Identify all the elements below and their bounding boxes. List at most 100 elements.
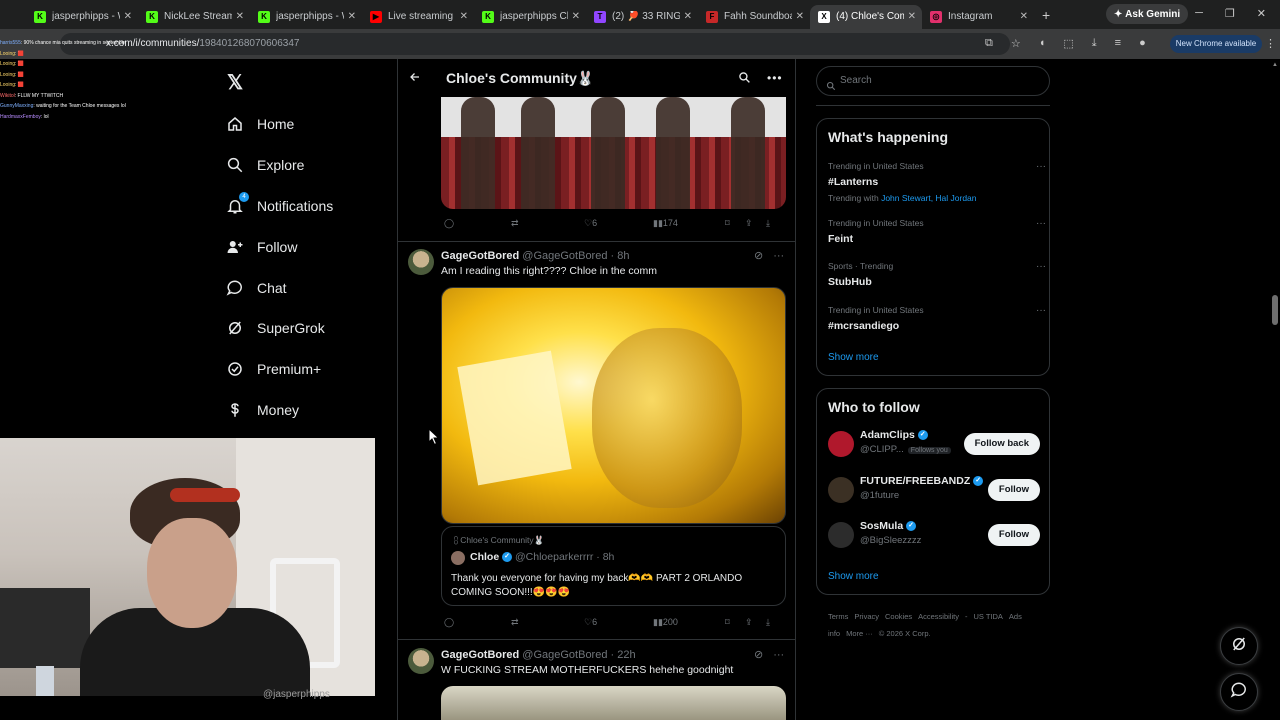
nav-item-chat[interactable]: Chat xyxy=(226,267,333,308)
page-scrollbar[interactable]: ▲ xyxy=(1272,62,1278,720)
post-image[interactable] xyxy=(441,686,786,720)
trend-related-links[interactable]: John Stewart, Hal Jordan xyxy=(881,193,976,203)
browser-tab[interactable]: Kjasperphipps - Wa ✕ xyxy=(250,5,362,29)
chrome-menu-icon[interactable]: ⋮ xyxy=(1265,37,1276,50)
profile-icon[interactable]: ● xyxy=(1139,37,1146,50)
minimize-icon[interactable]: ─ xyxy=(1195,7,1203,20)
trend-item[interactable]: Sports · Trending StubHub ··· xyxy=(828,261,1046,288)
nav-item-money[interactable]: Money xyxy=(226,390,333,431)
messages-fab-button[interactable] xyxy=(1220,673,1258,711)
scrollbar-thumb[interactable] xyxy=(1272,295,1278,325)
nav-item-premium[interactable]: Premium+ xyxy=(226,349,333,390)
show-more-trends-link[interactable]: Show more xyxy=(828,352,879,363)
post-author[interactable]: GageGotBored @GageGotBored · 8h xyxy=(441,250,629,262)
back-arrow-icon[interactable] xyxy=(409,71,423,86)
reply-icon[interactable]: ◯ xyxy=(444,218,454,229)
grok-explain-icon[interactable]: ⊘ xyxy=(754,649,763,661)
footer-link[interactable]: Accessibility xyxy=(918,612,959,621)
grok-fab-button[interactable] xyxy=(1220,627,1258,665)
nav-item-supergrok[interactable]: SuperGrok xyxy=(226,308,333,349)
avatar[interactable] xyxy=(828,477,854,503)
post-author[interactable]: GageGotBored @GageGotBored · 22h xyxy=(441,649,636,661)
trend-more-icon[interactable]: ··· xyxy=(1036,218,1046,229)
footer-link[interactable]: More ··· xyxy=(846,629,873,638)
close-tab-icon[interactable]: ✕ xyxy=(236,11,244,22)
cast-icon[interactable]: ◖ xyxy=(1039,37,1046,50)
community-more-icon[interactable]: ••• xyxy=(767,71,783,85)
avatar[interactable] xyxy=(828,522,854,548)
show-more-follow-link[interactable]: Show more xyxy=(828,571,879,582)
post-more-icon[interactable]: ··· xyxy=(773,649,784,661)
bookmark-star-icon[interactable]: ☆ xyxy=(1011,37,1021,50)
grok-explain-icon[interactable]: ⊘ xyxy=(754,250,763,262)
avatar[interactable] xyxy=(408,249,434,275)
trend-more-icon[interactable]: ··· xyxy=(1036,305,1046,316)
footer-link[interactable]: Privacy xyxy=(854,612,879,621)
bookmark-icon[interactable]: ⌑ xyxy=(725,218,730,229)
browser-tab[interactable]: T (2) 🏓 33 RINGSID ✕ xyxy=(586,5,698,29)
browser-tab[interactable]: ◎ Instagram ✕ xyxy=(922,5,1034,29)
ask-gemini-button[interactable]: ✦ Ask Gemini xyxy=(1106,4,1189,24)
follow-back-button[interactable]: Follow back xyxy=(963,433,1040,455)
close-tab-icon[interactable]: ✕ xyxy=(348,11,356,22)
avatar[interactable] xyxy=(451,551,465,565)
x-logo-icon[interactable]: 𝕏 xyxy=(227,70,243,95)
download-icon[interactable]: ⤓ xyxy=(766,617,770,628)
nav-item-home[interactable]: Home xyxy=(226,104,333,145)
browser-tab[interactable]: F Fahh Soundboard ✕ xyxy=(698,5,810,29)
post-image-students[interactable] xyxy=(441,97,786,209)
browser-tab[interactable]: Kjasperphipps - Wa ✕ xyxy=(26,5,138,29)
close-tab-icon[interactable]: ✕ xyxy=(796,11,804,22)
trend-item[interactable]: Trending in United States Feint ··· xyxy=(828,218,1046,245)
browser-tab[interactable]: ▶ Live streaming - Yo ✕ xyxy=(362,5,474,29)
follow-button[interactable]: Follow xyxy=(987,524,1040,546)
follow-suggestion[interactable]: AdamClips ✓ @CLIPP... Follows you Follow … xyxy=(828,429,1040,463)
footer-link[interactable]: Terms xyxy=(828,612,848,621)
reply-icon[interactable]: ◯ xyxy=(444,617,454,628)
close-tab-icon[interactable]: ✕ xyxy=(908,11,916,22)
browser-tab[interactable]: K NickLee Stream - T ✕ xyxy=(138,5,250,29)
avatar[interactable] xyxy=(828,431,854,457)
close-tab-icon[interactable]: ✕ xyxy=(1020,11,1028,22)
new-tab-button[interactable]: + xyxy=(1042,7,1050,23)
repost-icon[interactable]: ⇄ xyxy=(511,617,519,628)
follow-button[interactable]: Follow xyxy=(987,479,1040,501)
reading-list-icon[interactable]: ≡ xyxy=(1115,37,1121,50)
trend-item[interactable]: Trending in United States #Lanterns Tren… xyxy=(828,161,1046,203)
nav-item-explore[interactable]: Explore xyxy=(226,145,333,186)
download-icon[interactable]: ⤓ xyxy=(766,218,770,229)
community-search-icon[interactable] xyxy=(738,71,751,89)
browser-tab[interactable]: X (4) Chloe's Comm ✕ xyxy=(810,4,922,29)
trend-item[interactable]: Trending in United States #mcrsandiego ·… xyxy=(828,305,1046,332)
footer-link[interactable]: US TIDA xyxy=(973,612,1002,621)
extensions-icon[interactable]: ⬚ xyxy=(1063,37,1073,50)
quoted-author[interactable]: Chloe ✓ @Chloeparkerrrr · 8h xyxy=(470,551,614,563)
close-tab-icon[interactable]: ✕ xyxy=(684,11,692,22)
nav-item-follow[interactable]: Follow xyxy=(226,226,333,267)
search-input[interactable]: Search xyxy=(816,66,1050,96)
quoted-post[interactable]: ⩉ Chloe's Community🐰 Chloe ✓ @Chloeparke… xyxy=(441,526,786,606)
trend-more-icon[interactable]: ··· xyxy=(1036,261,1046,272)
translate-icon[interactable]: ⧉ xyxy=(985,37,993,50)
download-icon[interactable]: ⤓ xyxy=(1092,37,1097,50)
community-timeline[interactable]: Chloe's Community🐰 ••• ◯ ⇄ ♡ 6 ▮▮ 174 ⌑ … xyxy=(397,59,796,720)
avatar[interactable] xyxy=(408,648,434,674)
follow-suggestion[interactable]: SosMula ✓ @BigSleezzzz Follow xyxy=(828,520,1040,554)
like-button[interactable]: ♡ 6 xyxy=(584,617,597,628)
post-more-icon[interactable]: ··· xyxy=(773,250,784,262)
share-icon[interactable]: ⇪ xyxy=(745,218,753,229)
views-button[interactable]: ▮▮ 200 xyxy=(653,617,678,628)
footer-link[interactable]: © 2026 X Corp. xyxy=(879,629,931,638)
share-icon[interactable]: ⇪ xyxy=(745,617,753,628)
footer-link[interactable]: Cookies xyxy=(885,612,912,621)
repost-icon[interactable]: ⇄ xyxy=(511,218,519,229)
browser-tab[interactable]: Kjasperphipps Clips ✕ xyxy=(474,5,586,29)
views-button[interactable]: ▮▮ 174 xyxy=(653,218,678,229)
close-tab-icon[interactable]: ✕ xyxy=(460,11,468,22)
post-image-golden-glow[interactable] xyxy=(441,287,786,524)
close-window-icon[interactable]: ✕ xyxy=(1257,7,1266,20)
follow-suggestion[interactable]: FUTURE/FREEBANDZ ✓ @1future Follow xyxy=(828,475,1040,509)
close-tab-icon[interactable]: ✕ xyxy=(572,11,580,22)
trend-more-icon[interactable]: ··· xyxy=(1036,161,1046,172)
scroll-up-icon[interactable]: ▲ xyxy=(1272,62,1278,68)
